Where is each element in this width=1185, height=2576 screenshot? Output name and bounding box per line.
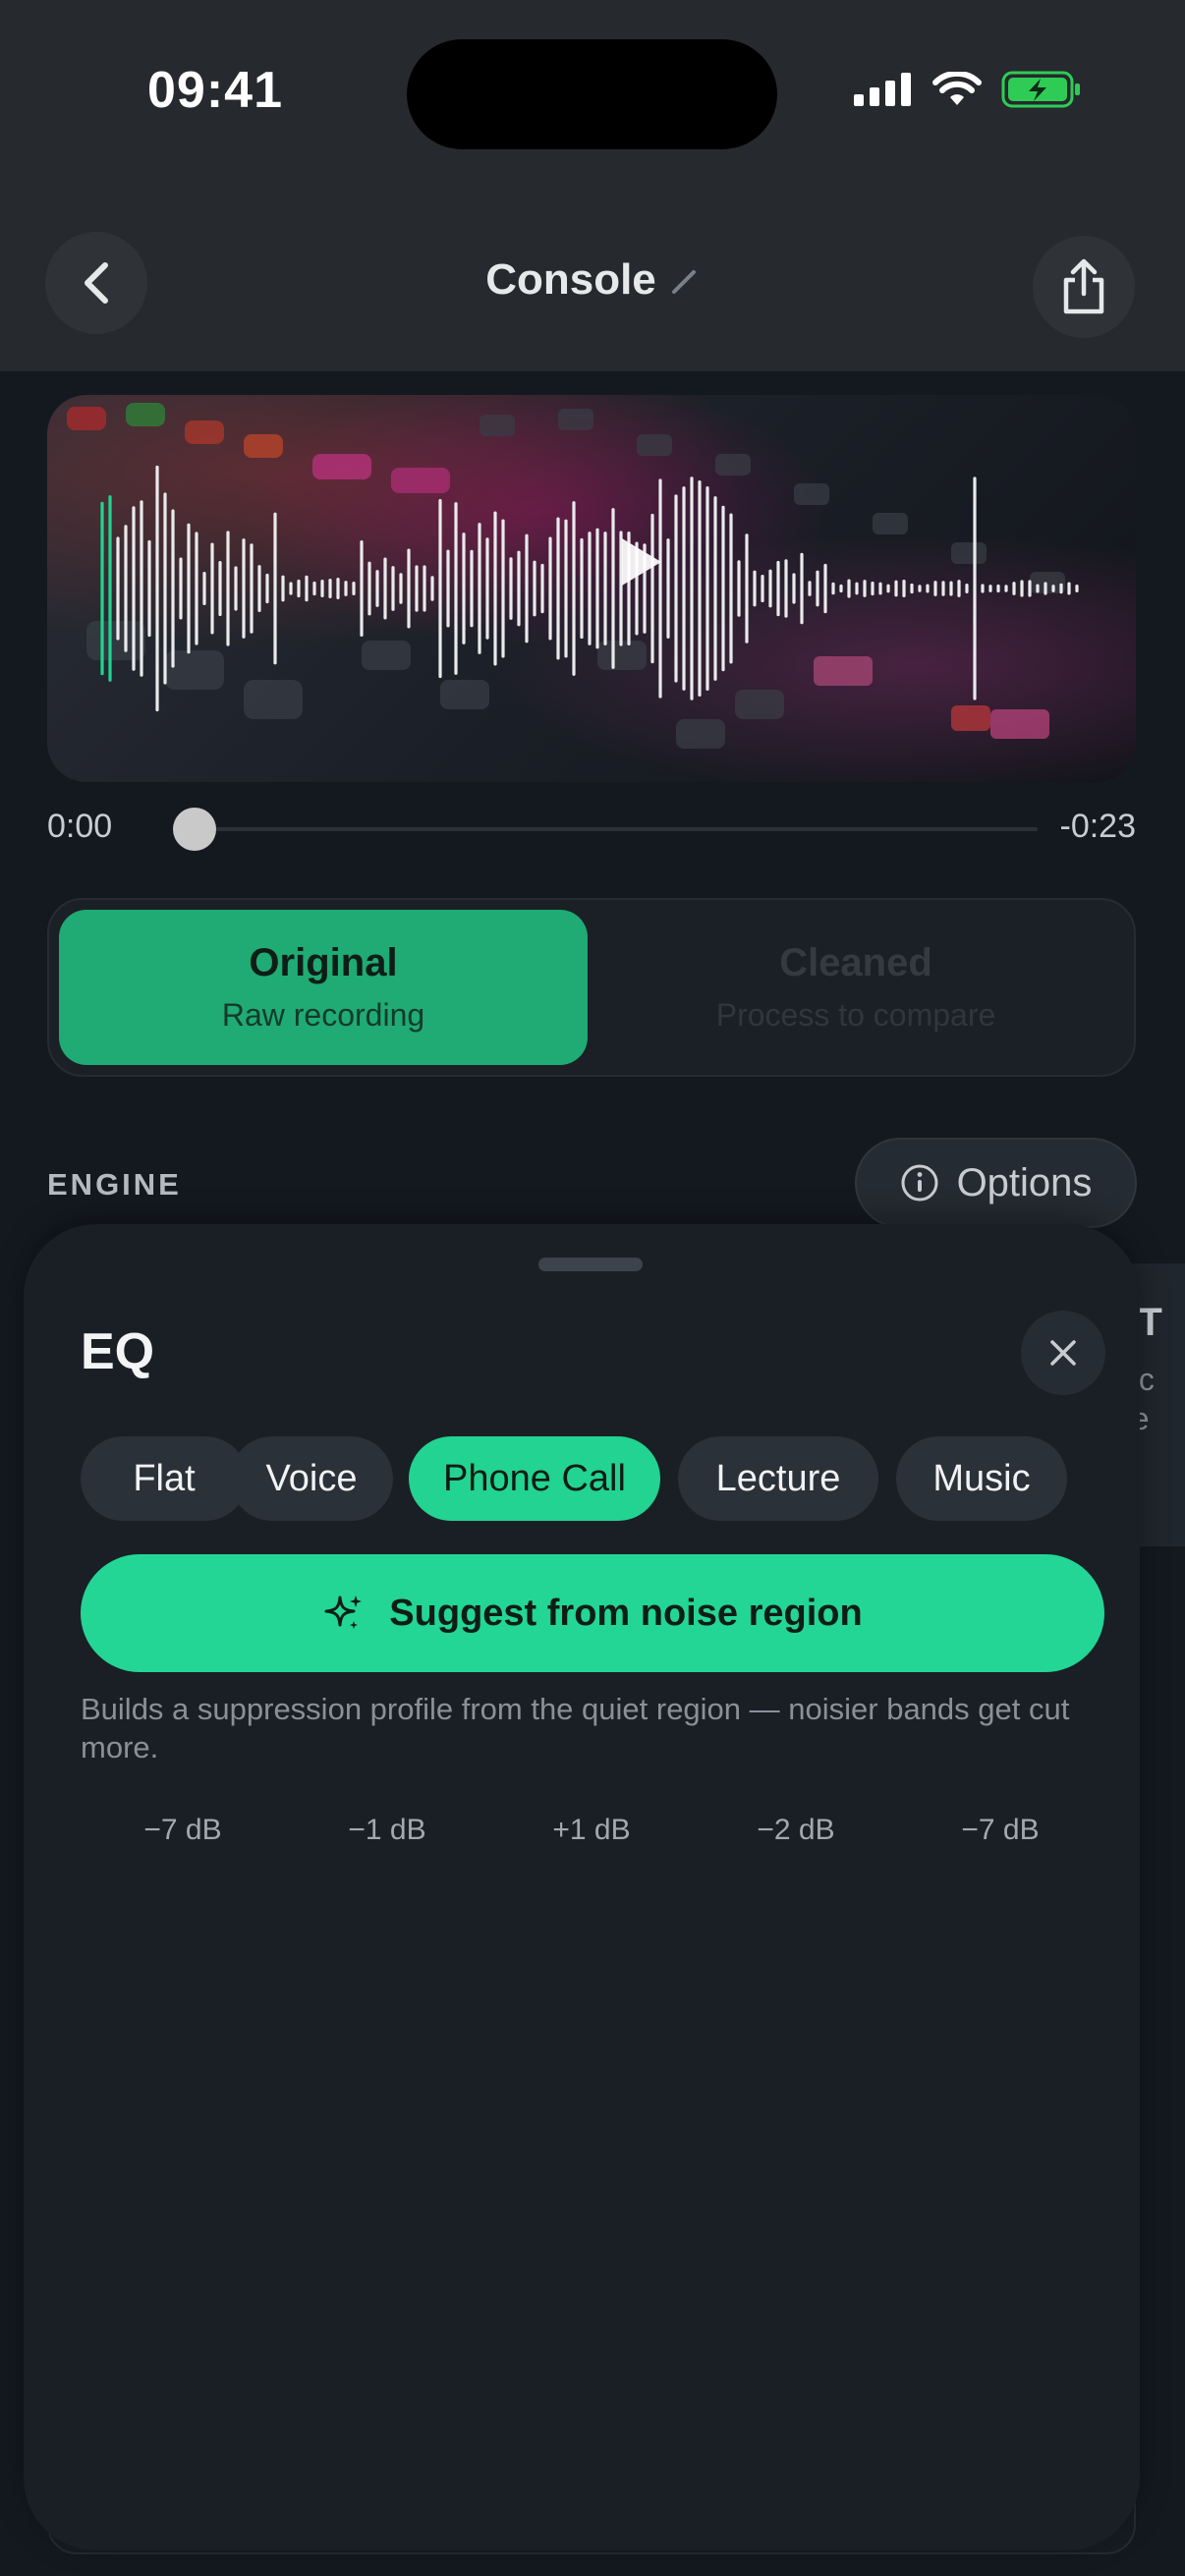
playback-scrubber[interactable]: 0:00 -0:23	[47, 804, 1136, 853]
preset-music[interactable]: Music	[896, 1436, 1067, 1521]
share-icon	[1063, 258, 1104, 314]
share-button[interactable]	[1033, 236, 1135, 338]
cleaned-title: Cleaned	[779, 941, 932, 984]
preset-lecture[interactable]: Lecture	[678, 1436, 878, 1521]
dynamic-island	[407, 39, 777, 149]
battery-charging-icon	[1001, 71, 1080, 108]
status-icons	[854, 71, 1082, 108]
waveform	[100, 465, 1079, 712]
sparkle-icon	[324, 1596, 363, 1629]
page-title-text: Console	[485, 255, 656, 304]
waveform-preview[interactable]	[47, 395, 1136, 782]
status-time: 09:41	[147, 62, 283, 119]
suggest-label: Suggest from noise region	[389, 1592, 863, 1634]
original-title: Original	[249, 941, 398, 984]
play-icon	[622, 538, 661, 586]
pencil-icon[interactable]	[670, 257, 700, 307]
preset-voice[interactable]: Voice	[230, 1436, 393, 1521]
preset-music-label: Music	[932, 1457, 1031, 1499]
preset-lecture-label: Lecture	[715, 1457, 841, 1499]
preset-flat[interactable]: Flat	[81, 1436, 248, 1521]
info-icon	[901, 1164, 938, 1202]
preset-phone-call-label: Phone Call	[443, 1457, 626, 1499]
sheet-title: EQ	[81, 1323, 155, 1380]
cleaned-subtitle: Process to compare	[715, 997, 996, 1033]
eq-bands: −7 dB −1 dB +1 dB −2 dB −7 dB	[24, 1814, 1140, 2324]
engine-section-label: ENGINE	[47, 1167, 182, 1202]
suggest-hint: Builds a suppression profile from the qu…	[81, 1692, 1070, 1764]
preset-flat-label: Flat	[133, 1457, 196, 1499]
play-button[interactable]	[592, 513, 690, 611]
preset-voice-label: Voice	[265, 1457, 358, 1499]
close-icon	[1050, 1340, 1076, 1366]
options-button[interactable]: Options	[855, 1138, 1137, 1228]
eq-curve[interactable]	[24, 1814, 1140, 2324]
scrubber-track[interactable]	[195, 827, 1038, 831]
original-subtitle: Raw recording	[221, 997, 425, 1033]
wifi-icon	[932, 72, 982, 105]
scrubber-thumb[interactable]	[173, 808, 216, 851]
page-title[interactable]: Console	[0, 255, 1185, 307]
remaining-time: -0:23	[1059, 808, 1137, 845]
sheet-grabber[interactable]	[538, 1258, 643, 1271]
screen: 09:41 Console 0:00 -0:23 Original Raw re…	[0, 0, 1185, 2576]
suggest-button[interactable]: Suggest from noise region	[81, 1554, 1104, 1672]
cleaned-segment[interactable]: Cleaned Process to compare	[592, 910, 1120, 1065]
original-cleaned-toggle: Original Raw recording Cleaned Process t…	[47, 898, 1136, 1077]
close-button[interactable]	[1021, 1311, 1105, 1395]
elapsed-time: 0:00	[47, 808, 113, 845]
original-segment[interactable]: Original Raw recording	[59, 910, 588, 1065]
eq-sheet: EQ Flat Voice Phone Call Lecture Music S…	[24, 1224, 1140, 2550]
signal-icon	[854, 73, 911, 106]
options-label: Options	[956, 1160, 1093, 1204]
preset-phone-call[interactable]: Phone Call	[409, 1436, 660, 1521]
